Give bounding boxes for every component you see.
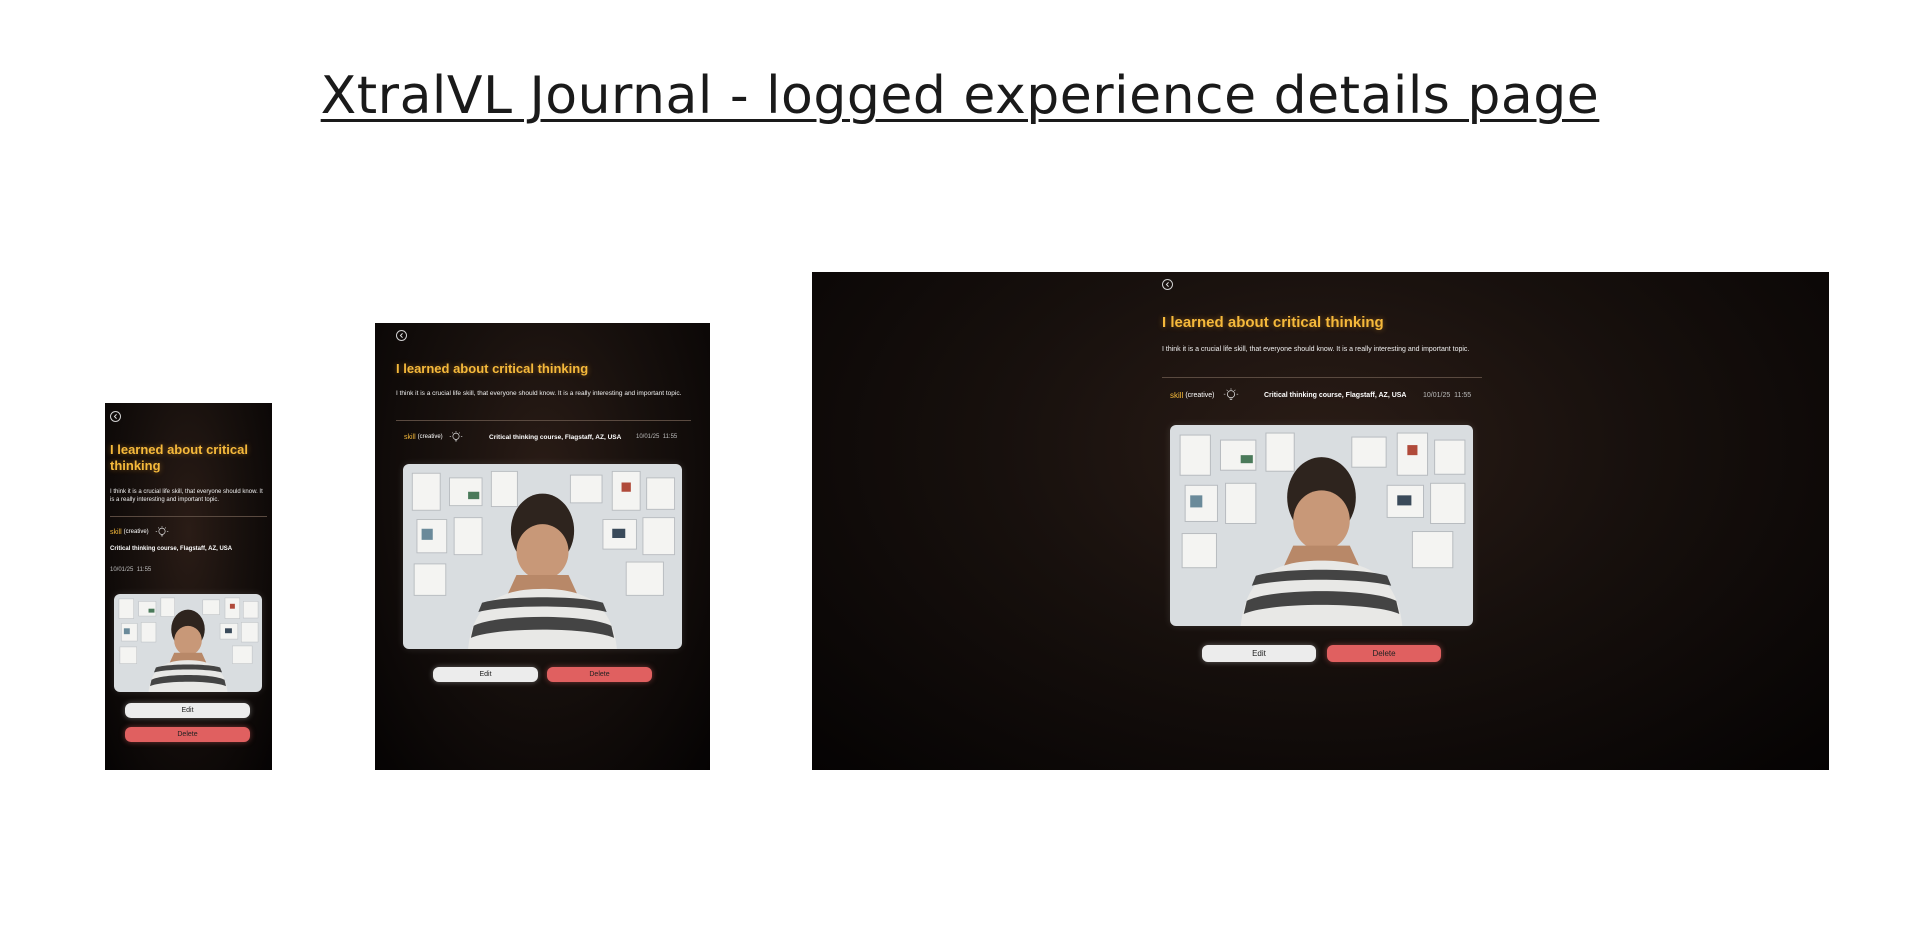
category-label: skill [1170, 390, 1184, 400]
category-row: skill (creative) [404, 430, 463, 444]
date-text: 10/01/25 [1423, 392, 1451, 399]
time-text: 11:55 [1454, 392, 1472, 399]
divider [110, 516, 267, 517]
entry-title: I learned about critical thinking [396, 361, 589, 376]
lightbulb-icon [155, 526, 168, 537]
entry-photo [1170, 425, 1473, 626]
entry-title: I learned about critical thinking [110, 442, 248, 473]
time-text: 11:55 [662, 434, 678, 440]
entry-description: I think it is a crucial life skill, that… [1162, 346, 1470, 353]
location-text: Critical thinking course, Flagstaff, AZ,… [489, 434, 622, 441]
entry-photo [403, 464, 682, 649]
man-looking-at-moodboard-photo [1170, 425, 1473, 626]
location-text: Critical thinking course, Flagstaff, AZ,… [110, 546, 233, 552]
entry-photo [114, 594, 262, 692]
edit-button[interactable]: Edit [433, 667, 538, 682]
date-text: 10/01/25 [110, 567, 134, 573]
delete-button[interactable]: Delete [125, 727, 250, 742]
tablet-frame: I learned about critical thinking I thin… [375, 323, 710, 770]
lightbulb-icon [1223, 388, 1238, 400]
edit-button[interactable]: Edit [125, 703, 250, 718]
category-row: skill (creative) [110, 525, 169, 539]
delete-button[interactable]: Delete [547, 667, 652, 682]
divider [1162, 377, 1482, 378]
back-button[interactable] [396, 330, 407, 341]
category-row: skill (creative) [1170, 387, 1239, 403]
timestamp: 10/01/25 11:55 [110, 567, 151, 573]
category-label: skill [110, 528, 122, 536]
back-button[interactable] [110, 411, 121, 422]
chevron-left-icon [1165, 282, 1169, 287]
mobile-frame: I learned about critical thinking I thin… [105, 403, 272, 770]
chevron-left-icon [113, 414, 117, 419]
edit-button[interactable]: Edit [1202, 645, 1316, 662]
back-button[interactable] [1162, 279, 1173, 290]
divider [396, 420, 691, 421]
man-looking-at-moodboard-photo [114, 594, 262, 692]
location-text: Critical thinking course, Flagstaff, AZ,… [1264, 392, 1407, 399]
time-text: 11:55 [136, 567, 152, 573]
entry-description: I think it is a crucial life skill, that… [396, 390, 682, 397]
man-looking-at-moodboard-photo [403, 464, 682, 649]
subcategory-label: (creative) [417, 434, 443, 440]
delete-button[interactable]: Delete [1327, 645, 1441, 662]
category-label: skill [404, 433, 416, 441]
page-title: XtralVL Journal - logged experience deta… [320, 66, 1600, 126]
timestamp: 10/01/25 11:55 [1423, 392, 1471, 399]
desktop-frame: I learned about critical thinking I thin… [812, 272, 1829, 770]
lightbulb-icon [449, 431, 462, 442]
entry-description: I think it is a crucial life skill, that… [110, 489, 263, 503]
date-text: 10/01/25 [636, 434, 660, 440]
chevron-left-icon [399, 333, 403, 338]
entry-title: I learned about critical thinking [1162, 314, 1384, 331]
timestamp: 10/01/25 11:55 [636, 434, 677, 440]
subcategory-label: (creative) [123, 529, 149, 535]
subcategory-label: (creative) [1185, 391, 1215, 399]
